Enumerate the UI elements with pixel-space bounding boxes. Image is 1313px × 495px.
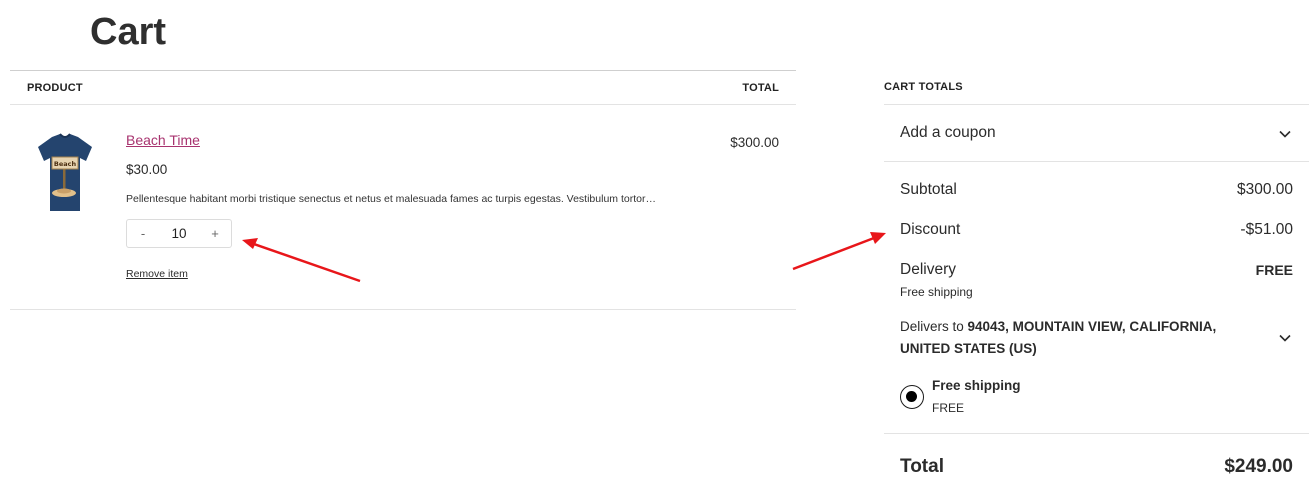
divider: [884, 433, 1309, 434]
divider: [884, 104, 1309, 105]
product-column-header: PRODUCT: [27, 82, 83, 94]
subtotal-label: Subtotal: [900, 181, 957, 198]
svg-text:Beach: Beach: [54, 160, 77, 168]
quantity-stepper[interactable]: - 10 +: [126, 219, 232, 248]
chevron-down-icon[interactable]: [1279, 130, 1291, 138]
delivery-method: Free shipping: [900, 285, 973, 299]
increase-quantity-button[interactable]: +: [209, 226, 221, 241]
divider: [884, 161, 1309, 162]
product-unit-price: $30.00: [126, 162, 168, 177]
line-total: $300.00: [730, 135, 779, 150]
total-value: $249.00: [1224, 456, 1293, 477]
cart-items-table: PRODUCT TOTAL Beach Beach Time $30.00 Pe…: [10, 70, 796, 310]
total-column-header: TOTAL: [742, 82, 779, 94]
chevron-down-icon[interactable]: [1279, 334, 1291, 342]
product-description: Pellentesque habitant morbi tristique se…: [126, 193, 656, 205]
cart-totals-title: CART TOTALS: [884, 81, 963, 93]
table-header: PRODUCT TOTAL: [10, 71, 796, 105]
delivery-label: Delivery: [900, 261, 956, 278]
arrow-to-discount: [792, 232, 886, 271]
discount-label: Discount: [900, 221, 961, 238]
page-title: Cart: [90, 11, 167, 53]
product-name-link[interactable]: Beach Time: [126, 132, 200, 148]
subtotal-value: $300.00: [1236, 181, 1293, 198]
product-thumbnail[interactable]: Beach: [34, 131, 96, 215]
shipping-option-radio[interactable]: [900, 385, 924, 409]
total-label: Total: [900, 456, 944, 477]
decrease-quantity-button[interactable]: -: [137, 226, 149, 241]
remove-item-link[interactable]: Remove item: [126, 268, 188, 280]
shipping-address-toggle[interactable]: Delivers to 94043, MOUNTAIN VIEW, CALIFO…: [900, 316, 1260, 360]
discount-value: -$51.00: [1240, 221, 1293, 238]
shipping-option-name: Free shipping: [932, 378, 1021, 393]
add-coupon-toggle[interactable]: Add a coupon: [900, 124, 996, 142]
shipping-option-price: FREE: [932, 401, 965, 415]
quantity-input[interactable]: 10: [171, 226, 186, 241]
delivers-to-prefix: Delivers to: [900, 319, 968, 334]
delivery-value: FREE: [1255, 262, 1293, 278]
